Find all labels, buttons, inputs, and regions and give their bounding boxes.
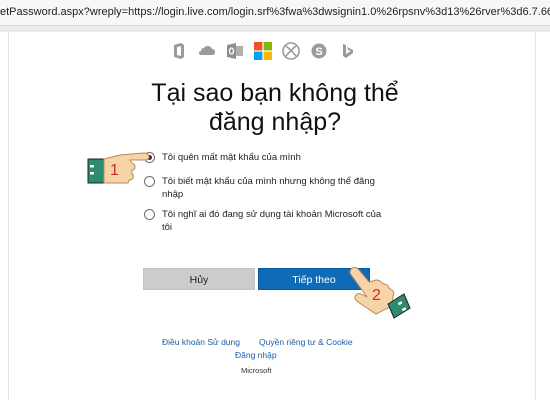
app-icon-bar: S [166, 42, 366, 64]
bing-icon[interactable] [338, 42, 356, 60]
option-cant-sign-in-label[interactable]: Tôi biết mật khẩu của mình nhưng không t… [162, 175, 382, 201]
vertical-scrollbar[interactable] [535, 32, 550, 400]
signin-link[interactable]: Đăng nhập [235, 350, 277, 360]
microsoft-logo-icon[interactable] [254, 42, 272, 60]
page-title: Tại sao bạn không thể đăng nhập? [75, 79, 475, 137]
address-url[interactable]: etPassword.aspx?wreply=https://login.liv… [0, 6, 550, 18]
skype-icon[interactable]: S [310, 42, 328, 60]
step-1-number: 1 [110, 162, 119, 179]
terms-link[interactable]: Điều khoản Sử dụng [162, 337, 240, 347]
office-icon[interactable] [170, 42, 188, 60]
microsoft-brand-text: Microsoft [241, 366, 272, 375]
xbox-icon[interactable] [282, 42, 300, 60]
step-2-number: 2 [372, 287, 381, 304]
pointing-hand-icon-1 [86, 147, 170, 189]
horizontal-scrollbar[interactable] [0, 26, 550, 32]
option-forgot-password-label[interactable]: Tôi quên mất mật khẩu của mình [162, 151, 382, 164]
left-frame-border [0, 32, 9, 400]
option-account-compromised-label[interactable]: Tôi nghĩ ai đó đang sử dụng tài khoản Mi… [162, 208, 382, 234]
svg-text:S: S [315, 46, 322, 58]
pointing-hand-icon-2 [332, 262, 411, 320]
onedrive-icon[interactable] [198, 42, 216, 60]
title-line-1: Tại sao bạn không thể [151, 79, 399, 107]
address-bar[interactable]: etPassword.aspx?wreply=https://login.liv… [0, 0, 550, 26]
privacy-link[interactable]: Quyền riêng tư & Cookie [259, 337, 353, 347]
radio-account-compromised[interactable] [144, 209, 155, 220]
title-line-2: đăng nhập? [208, 108, 342, 136]
outlook-icon[interactable] [226, 42, 244, 60]
cancel-button[interactable]: Hủy [143, 268, 255, 290]
